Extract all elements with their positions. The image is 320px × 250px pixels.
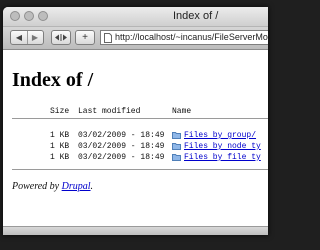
close-window-button[interactable]: [10, 11, 20, 21]
directory-link[interactable]: Files by file ty: [184, 153, 261, 162]
window-title: Index of /: [173, 10, 219, 22]
folder-icon: [172, 143, 181, 150]
page-icon: [104, 32, 112, 43]
footer-suffix: .: [90, 181, 94, 192]
divider: [12, 169, 268, 170]
address-url: http://localhost/~incanus/FileServerModu…: [115, 32, 268, 42]
browser-window: Index of / ◀ ▶ + http://localhost/~incan…: [3, 7, 268, 235]
file-modified: 03/02/2009 - 18:49: [78, 142, 165, 151]
column-header-size: Size: [50, 107, 70, 116]
footer-text: Powered by: [12, 181, 62, 192]
file-size: 1 KB: [50, 131, 70, 140]
column-header-name: Name: [172, 107, 192, 116]
minimize-window-button[interactable]: [24, 11, 34, 21]
footer: Powered by Drupal.: [12, 181, 93, 192]
divider: [12, 118, 268, 119]
forward-button[interactable]: ▶: [27, 31, 43, 44]
add-bookmark-button[interactable]: +: [75, 30, 95, 45]
status-bar: [3, 226, 268, 235]
file-modified: 03/02/2009 - 18:49: [78, 153, 165, 162]
navigation-buttons: ◀ ▶: [10, 30, 44, 45]
folder-icon: [172, 154, 181, 161]
folder-icon: [172, 132, 181, 139]
toolbar-button[interactable]: [51, 30, 71, 45]
plus-icon: +: [82, 32, 88, 43]
zoom-window-button[interactable]: [38, 11, 48, 21]
directory-link[interactable]: Files by node ty: [184, 142, 261, 151]
back-arrow-icon: ◀: [15, 33, 23, 42]
column-header-modified: Last modified: [78, 107, 141, 116]
back-button[interactable]: ◀: [11, 31, 28, 44]
table-row: 1 KB 03/02/2009 - 18:49 Files by node ty: [3, 142, 268, 153]
page-content: Index of / Size Last modified Name 1 KB …: [3, 50, 268, 235]
file-size: 1 KB: [50, 153, 70, 162]
drupal-link[interactable]: Drupal: [62, 181, 91, 192]
split-arrows-icon: [55, 34, 67, 41]
table-row: 1 KB 03/02/2009 - 18:49 Files by file ty: [3, 153, 268, 164]
page-title: Index of /: [12, 69, 94, 91]
table-row: 1 KB 03/02/2009 - 18:49 Files by group/: [3, 131, 268, 142]
title-bar: Index of /: [3, 7, 268, 27]
browser-toolbar: ◀ ▶ + http://localhost/~incanus/FileServ…: [3, 27, 268, 50]
forward-arrow-icon: ▶: [31, 33, 39, 42]
address-bar[interactable]: http://localhost/~incanus/FileServerModu…: [100, 30, 268, 45]
file-modified: 03/02/2009 - 18:49: [78, 131, 165, 140]
file-size: 1 KB: [50, 142, 70, 151]
directory-link[interactable]: Files by group/: [184, 131, 256, 140]
